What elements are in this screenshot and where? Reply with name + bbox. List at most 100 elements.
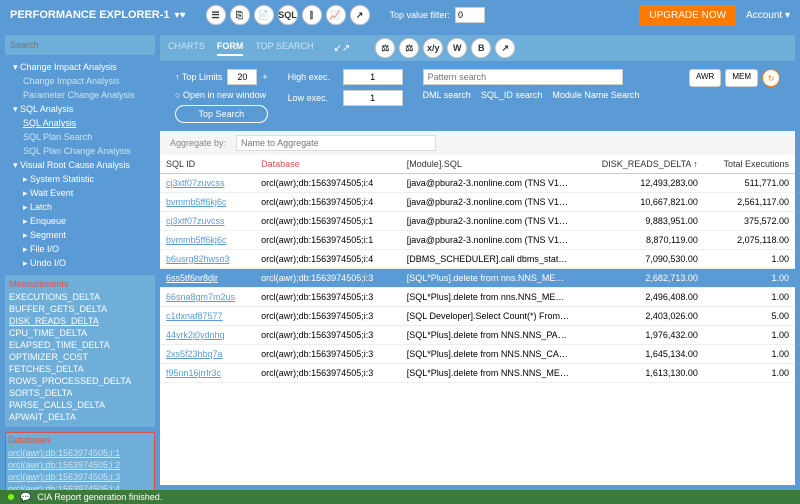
- form-tool-icon[interactable]: x/y: [423, 38, 443, 58]
- measurement-item[interactable]: PARSE_CALLS_DELTA: [9, 399, 151, 411]
- tree-item[interactable]: Parameter Change Analysis: [5, 88, 155, 102]
- col-header[interactable]: Database: [255, 155, 401, 174]
- database-link[interactable]: orcl(awr);db:1563974505;i:1: [8, 447, 152, 459]
- measurement-item[interactable]: ROWS_PROCESSED_DELTA: [9, 375, 151, 387]
- measurement-item[interactable]: OPTIMIZER_COST: [9, 351, 151, 363]
- database-link[interactable]: orcl(awr);db:1563974505;i:3: [8, 471, 152, 483]
- measurement-item[interactable]: DISK_READS_DELTA: [9, 315, 151, 327]
- measurement-item[interactable]: ELAPSED_TIME_DELTA: [9, 339, 151, 351]
- table-row[interactable]: cj3xtf07zuvcssorcl(awr);db:1563974505;i:…: [160, 212, 795, 231]
- open-new-window-radio[interactable]: ○ Open in new window: [175, 90, 268, 100]
- tree-item[interactable]: Change Impact Analysis: [5, 74, 155, 88]
- heart-icon[interactable]: ♥: [180, 10, 186, 21]
- sqlid-link[interactable]: bvmmb5ff6kj6c: [166, 197, 226, 207]
- tree-item[interactable]: SQL Plan Change Analysis: [5, 144, 155, 158]
- aggregate-input[interactable]: [236, 135, 436, 151]
- disk-reads-cell: 1,645,134.00: [577, 345, 704, 364]
- awr-pill[interactable]: AWR: [689, 69, 721, 87]
- table-row[interactable]: 6ss5tf6nr8djrorcl(awr);db:1563974505;i:3…: [160, 269, 795, 288]
- tab-top-search[interactable]: TOP SEARCH: [255, 41, 313, 56]
- toolbar-line-icon[interactable]: 📈: [326, 5, 346, 25]
- table-row[interactable]: 2xs5f23hbq7aorcl(awr);db:1563974505;i:3[…: [160, 345, 795, 364]
- tree-item[interactable]: ▸ File I/O: [5, 242, 155, 256]
- top-filter-input[interactable]: [455, 7, 485, 23]
- tab-form[interactable]: FORM: [217, 41, 244, 56]
- sidebar-search-input[interactable]: [5, 35, 155, 55]
- disk-reads-cell: 7,090,530.00: [577, 250, 704, 269]
- col-header[interactable]: [Module].SQL: [401, 155, 577, 174]
- sqlid-search-link[interactable]: SQL_ID search: [481, 90, 543, 100]
- tree-item[interactable]: ▾ SQL Analysis: [5, 102, 155, 116]
- sqlid-link[interactable]: 6ss5tf6nr8djr: [166, 273, 218, 283]
- tree-item[interactable]: SQL Analysis: [5, 116, 155, 130]
- sqlid-link[interactable]: f95nn16jrrlr3c: [166, 368, 221, 378]
- form-tool-icon[interactable]: ⚖: [375, 38, 395, 58]
- tree-item[interactable]: ▸ Segment: [5, 228, 155, 242]
- measurement-item[interactable]: BUFFER_GETS_DELTA: [9, 303, 151, 315]
- table-row[interactable]: 44yrk2j0ydnhqorcl(awr);db:1563974505;i:3…: [160, 326, 795, 345]
- refresh-icon[interactable]: ↻: [762, 69, 780, 87]
- table-row[interactable]: bvmmb5ff6kj6corcl(awr);db:1563974505;i:1…: [160, 231, 795, 250]
- disk-reads-cell: 12,493,283.00: [577, 174, 704, 193]
- toolbar-csv-icon[interactable]: ⎘: [230, 5, 250, 25]
- top-search-button[interactable]: Top Search: [175, 105, 268, 123]
- mem-pill[interactable]: MEM: [725, 69, 758, 87]
- table-row[interactable]: 66sna8gm7m2usorcl(awr);db:1563974505;i:3…: [160, 288, 795, 307]
- database-link[interactable]: orcl(awr);db:1563974505;i:4: [8, 483, 152, 490]
- high-exec-input[interactable]: [343, 69, 403, 85]
- upgrade-button[interactable]: UPGRADE NOW: [639, 5, 736, 26]
- dml-search-link[interactable]: DML search: [423, 90, 471, 100]
- account-menu[interactable]: Account ▾: [746, 10, 790, 21]
- db-cell: orcl(awr);db:1563974505;i:3: [255, 345, 401, 364]
- toolbar-bar-icon[interactable]: ⫿: [302, 5, 322, 25]
- toolbar-ul-icon[interactable]: ☰: [206, 5, 226, 25]
- disk-reads-cell: 8,870,119.00: [577, 231, 704, 250]
- form-tool-icon[interactable]: ↗: [495, 38, 515, 58]
- sqlid-link[interactable]: cj3xtf07zuvcss: [166, 216, 225, 226]
- table-row[interactable]: bvmmb5ff6kj6corcl(awr);db:1563974505;i:4…: [160, 193, 795, 212]
- measurement-item[interactable]: EXECUTIONS_DELTA: [9, 291, 151, 303]
- toolbar-pdf-icon[interactable]: 📄: [254, 5, 274, 25]
- tree-item[interactable]: ▸ Undo I/O: [5, 256, 155, 270]
- tree-item[interactable]: SQL Plan Search: [5, 130, 155, 144]
- table-row[interactable]: cj3xtf07zuvcssorcl(awr);db:1563974505;i:…: [160, 174, 795, 193]
- tree-item[interactable]: ▸ Enqueue: [5, 214, 155, 228]
- top-limits-plus[interactable]: +: [262, 72, 267, 82]
- sqlid-link[interactable]: 66sna8gm7m2us: [166, 292, 235, 302]
- tab-charts[interactable]: CHARTS: [168, 41, 205, 56]
- sqlid-link[interactable]: cj3xtf07zuvcss: [166, 178, 225, 188]
- col-header[interactable]: Total Executions: [704, 155, 795, 174]
- measurement-item[interactable]: FETCHES_DELTA: [9, 363, 151, 375]
- status-chat-icon[interactable]: 💬: [20, 492, 31, 503]
- tree-item[interactable]: ▾ Change Impact Analysis: [5, 60, 155, 74]
- tree-item[interactable]: ▸ Wait Event: [5, 186, 155, 200]
- form-tool-icon[interactable]: W: [447, 38, 467, 58]
- tree-item[interactable]: ▸ Latch: [5, 200, 155, 214]
- sqlid-link[interactable]: 44yrk2j0ydnhq: [166, 330, 225, 340]
- form-tool-icon[interactable]: B: [471, 38, 491, 58]
- expand-icon[interactable]: ↙↗: [334, 43, 351, 54]
- table-row[interactable]: b6usrg82hwso3orcl(awr);db:1563974505;i:4…: [160, 250, 795, 269]
- module-search-link[interactable]: Module Name Search: [552, 90, 639, 100]
- database-link[interactable]: orcl(awr);db:1563974505;i:2: [8, 459, 152, 471]
- pattern-search-input[interactable]: [423, 69, 623, 85]
- top-limits-input[interactable]: [227, 69, 257, 85]
- sqlid-link[interactable]: c1dxnaf87577: [166, 311, 223, 321]
- sqlid-link[interactable]: b6usrg82hwso3: [166, 254, 230, 264]
- measurement-item[interactable]: APWAIT_DELTA: [9, 411, 151, 423]
- measurement-item[interactable]: CPU_TIME_DELTA: [9, 327, 151, 339]
- toolbar-share-icon[interactable]: ↗: [350, 5, 370, 25]
- low-exec-input[interactable]: [343, 90, 403, 106]
- form-tool-icon[interactable]: ⚖: [399, 38, 419, 58]
- sqlid-link[interactable]: 2xs5f23hbq7a: [166, 349, 223, 359]
- col-header[interactable]: SQL ID: [160, 155, 255, 174]
- tree-item[interactable]: ▸ System Statistic: [5, 172, 155, 186]
- tree-item[interactable]: ▾ Visual Root Cause Analysis: [5, 158, 155, 172]
- table-row[interactable]: c1dxnaf87577orcl(awr);db:1563974505;i:3[…: [160, 307, 795, 326]
- sqlid-link[interactable]: bvmmb5ff6kj6c: [166, 235, 226, 245]
- measurement-item[interactable]: SORTS_DELTA: [9, 387, 151, 399]
- table-row[interactable]: f95nn16jrrlr3corcl(awr);db:1563974505;i:…: [160, 364, 795, 383]
- exec-cell: 1.00: [704, 364, 795, 383]
- toolbar-SQL-icon[interactable]: SQL: [278, 5, 298, 25]
- col-header[interactable]: DISK_READS_DELTA ↑: [577, 155, 704, 174]
